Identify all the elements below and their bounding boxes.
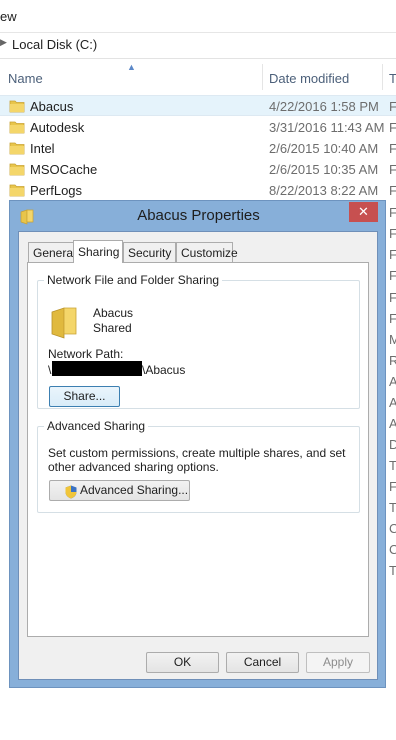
file-type: T xyxy=(389,500,396,515)
file-date: 3/31/2016 11:43 AM xyxy=(269,120,385,135)
sharing-tab-panel: Network File and Folder Sharing Abacus S… xyxy=(27,262,369,637)
file-row[interactable]: PerfLogs 8/22/2013 8:22 AM F xyxy=(0,180,396,201)
address-text[interactable]: Local Disk (C:) xyxy=(12,37,97,52)
chevron-right-icon[interactable]: ▶ xyxy=(0,37,7,48)
share-button[interactable]: Share... xyxy=(49,386,120,407)
file-name: MSOCache xyxy=(30,162,98,177)
file-type: M xyxy=(389,332,396,347)
file-row[interactable]: Abacus 4/22/2016 1:58 PM F xyxy=(0,95,396,116)
tab-customize[interactable]: Customize xyxy=(176,242,238,262)
folder-icon xyxy=(9,184,25,197)
network-path-label: Network Path: xyxy=(48,347,124,361)
advanced-sharing-button-label: Advanced Sharing... xyxy=(80,483,189,497)
folder-icon xyxy=(9,100,25,113)
column-header: ▲ Name Date modified T xyxy=(0,62,396,92)
file-type: F xyxy=(389,226,396,241)
ribbon: ew xyxy=(0,0,396,33)
ribbon-tab-view[interactable]: ew xyxy=(0,9,17,24)
file-type: F xyxy=(389,247,396,262)
network-sharing-group: Network File and Folder Sharing Abacus S… xyxy=(37,273,360,409)
address-bar[interactable]: ▶ Local Disk (C:) xyxy=(0,33,396,59)
file-name: Intel xyxy=(30,141,55,156)
network-path-prefix: \ xyxy=(48,363,52,377)
file-name: Autodesk xyxy=(30,120,85,135)
file-type: F xyxy=(389,141,396,156)
file-type: F xyxy=(389,205,396,220)
file-name: PerfLogs xyxy=(30,183,83,198)
properties-dialog: Abacus Properties ✕ General Sharing Secu… xyxy=(9,200,386,688)
column-divider[interactable] xyxy=(382,64,383,90)
file-type: A xyxy=(389,374,396,389)
shared-folder-name: Abacus xyxy=(93,306,134,320)
file-date: 4/22/2016 1:58 PM xyxy=(269,99,379,114)
column-divider[interactable] xyxy=(262,64,263,90)
file-type: T xyxy=(389,458,396,473)
file-type: F xyxy=(389,162,396,177)
folder-icon xyxy=(9,121,25,134)
file-date: 2/6/2015 10:35 AM xyxy=(269,162,379,177)
file-row[interactable]: MSOCache 2/6/2015 10:35 AM F xyxy=(0,159,396,180)
redacted-server-name xyxy=(52,361,142,376)
file-name: Abacus xyxy=(30,99,74,114)
file-type: D xyxy=(389,437,396,452)
file-type: F xyxy=(389,99,396,114)
file-row[interactable]: Autodesk 3/31/2016 11:43 AM F xyxy=(0,117,396,138)
file-date: 2/6/2015 10:40 AM xyxy=(269,141,379,156)
file-type: F xyxy=(389,120,396,135)
advanced-sharing-group: Advanced Sharing Set custom permissions,… xyxy=(37,419,360,513)
share-state-text: Shared xyxy=(93,321,132,335)
dialog-client-area: General Sharing Security Customize Netwo… xyxy=(18,231,378,680)
group-legend: Advanced Sharing xyxy=(44,419,149,433)
cancel-button[interactable]: Cancel xyxy=(226,652,299,673)
close-icon[interactable]: ✕ xyxy=(349,202,378,222)
file-row[interactable]: Intel 2/6/2015 10:40 AM F xyxy=(0,138,396,159)
tab-general[interactable]: General xyxy=(28,242,76,262)
dialog-title: Abacus Properties xyxy=(137,207,260,224)
folder-icon xyxy=(51,307,77,339)
file-type: F xyxy=(389,311,396,326)
file-type: C xyxy=(389,542,396,557)
sort-ascending-icon: ▲ xyxy=(127,62,136,72)
file-type: A xyxy=(389,395,396,410)
column-header-date[interactable]: Date modified xyxy=(269,71,349,86)
file-type: T xyxy=(389,563,396,578)
file-type: A xyxy=(389,416,396,431)
uac-shield-icon xyxy=(65,485,77,499)
tab-security[interactable]: Security xyxy=(123,242,176,262)
network-path-suffix: \Abacus xyxy=(142,363,186,377)
column-header-name[interactable]: Name xyxy=(8,71,43,86)
file-type: F xyxy=(389,268,396,283)
file-type: F xyxy=(389,479,396,494)
tab-sharing[interactable]: Sharing xyxy=(73,240,123,263)
advanced-sharing-description: Set custom permissions, create multiple … xyxy=(48,446,346,474)
file-type: F xyxy=(389,290,396,305)
group-legend: Network File and Folder Sharing xyxy=(44,273,223,287)
folder-icon xyxy=(9,142,25,155)
advanced-sharing-button[interactable]: Advanced Sharing... xyxy=(49,480,190,501)
file-type: F xyxy=(389,183,396,198)
file-type: C xyxy=(389,521,396,536)
ok-button[interactable]: OK xyxy=(146,652,219,673)
file-type: R xyxy=(389,353,396,368)
apply-button[interactable]: Apply xyxy=(306,652,370,673)
column-header-type[interactable]: T xyxy=(389,71,396,86)
file-date: 8/22/2013 8:22 AM xyxy=(269,183,379,198)
folder-icon xyxy=(9,163,25,176)
